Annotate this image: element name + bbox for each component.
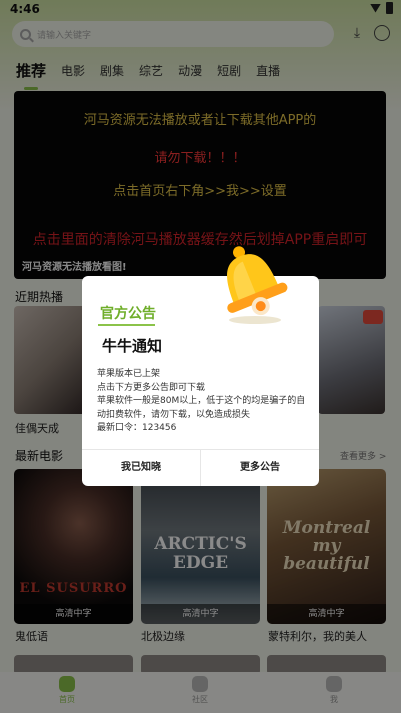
dialog-line: 苹果软件一般是80M以上，低于这个的均是骗子的自动扣费软件，请勿下载，以免造成损…	[97, 396, 306, 420]
dialog-actions: 我已知晓 更多公告	[82, 449, 319, 486]
dialog-line: 最新口令：123456	[97, 423, 177, 433]
dialog-line: 点击下方更多公告即可下载	[97, 382, 206, 393]
more-announcements-button[interactable]: 更多公告	[200, 450, 319, 486]
bell-icon	[227, 246, 288, 324]
acknowledge-button[interactable]: 我已知晓	[82, 450, 200, 486]
dialog-body: 苹果版本已上架 点击下方更多公告即可下载 苹果软件一般是80M以上，低于这个的均…	[97, 368, 309, 436]
dialog-line: 苹果版本已上架	[97, 369, 161, 379]
dialog-title: 牛牛通知	[102, 337, 163, 355]
dialog-heading: 官方公告	[100, 306, 156, 322]
heading-underline	[98, 324, 155, 326]
